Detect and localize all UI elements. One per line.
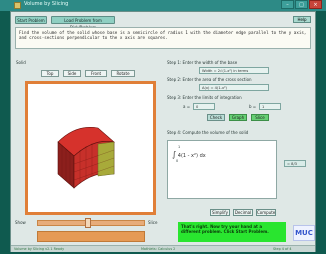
volume-answer-field[interactable]: = 8/3 bbox=[284, 160, 306, 167]
step2-label: Step 2: Enter the area of the cross sect… bbox=[167, 77, 252, 82]
solid-label: Solid bbox=[16, 60, 26, 65]
load-problem-button[interactable]: Load Problem from Disk/Problem bbox=[51, 16, 115, 30]
slider-right-label: Slice bbox=[148, 220, 158, 225]
view-side-button[interactable]: Side bbox=[63, 70, 81, 77]
check-button[interactable]: Check bbox=[207, 114, 225, 121]
step4-label: Step 4: Compute the volume of the solid bbox=[167, 130, 249, 135]
step3-label: Step 3: Enter the limits of integration bbox=[167, 95, 242, 100]
status-right: Step 4 of 4 bbox=[273, 247, 292, 251]
slider-left-label: Show bbox=[15, 220, 26, 225]
slice-button[interactable]: Slice bbox=[251, 114, 269, 121]
minimize-button[interactable]: – bbox=[281, 0, 294, 9]
start-problem-button[interactable]: Start Problem bbox=[15, 16, 47, 24]
integral-upper-limit: 1 bbox=[178, 145, 181, 149]
feedback-message: That's right. Now try your hand at a dif… bbox=[178, 222, 286, 242]
solid-canvas[interactable] bbox=[25, 81, 156, 215]
app-icon bbox=[14, 2, 21, 9]
app-window: Start Problem Load Problem from Disk/Pro… bbox=[10, 11, 316, 252]
compute-button[interactable]: Compute bbox=[256, 209, 276, 216]
view-front-button[interactable]: Front bbox=[85, 70, 107, 77]
lower-limit-label: a = bbox=[183, 104, 191, 109]
status-left: Volume by Slicing v2.1 Ready bbox=[14, 247, 65, 251]
integral-expression: 1 ∫ 4(1 - x²) dx 0 bbox=[172, 145, 206, 163]
status-bar: Volume by Slicing v2.1 Ready Mathlets: C… bbox=[11, 245, 315, 252]
view-rotate-button[interactable]: Rotate bbox=[111, 70, 135, 77]
slice-slider-track[interactable] bbox=[37, 220, 145, 226]
decimal-button[interactable]: Decimal bbox=[233, 209, 253, 216]
graph-button[interactable]: Graph bbox=[229, 114, 247, 121]
integral-result-box: 1 ∫ 4(1 - x²) dx 0 bbox=[167, 140, 277, 199]
maximize-button[interactable]: □ bbox=[295, 0, 308, 9]
upper-limit-label: b = bbox=[249, 104, 257, 109]
solid-3d-view bbox=[57, 127, 116, 189]
title-bar: Volume by Slicing – □ × bbox=[0, 0, 326, 11]
integral-lower-limit: 0 bbox=[176, 159, 179, 163]
integrand-text: 4(1 - x²) dx bbox=[177, 153, 206, 159]
window-title: Volume by Slicing bbox=[24, 1, 69, 7]
window-controls: – □ × bbox=[281, 0, 322, 9]
step1-label: Step 1: Enter the width of the base bbox=[167, 60, 238, 65]
mathlets-logo: MUC bbox=[293, 225, 315, 241]
problem-statement: Find the volume of the solid whose base … bbox=[15, 27, 311, 49]
slice-progress-bar bbox=[37, 231, 145, 242]
width-input[interactable]: Width = 2√(1-x²) in terms bbox=[199, 67, 269, 74]
help-button[interactable]: Help bbox=[293, 16, 311, 23]
simplify-button[interactable]: Simplify bbox=[210, 209, 230, 216]
integral-sign-icon: ∫ bbox=[172, 150, 177, 159]
lower-limit-input[interactable]: 0 bbox=[193, 103, 215, 110]
close-button[interactable]: × bbox=[309, 0, 322, 9]
view-top-button[interactable]: Top bbox=[41, 70, 59, 77]
slice-slider-thumb[interactable] bbox=[85, 218, 91, 228]
area-input[interactable]: A(x) = 4(1-x²) bbox=[199, 84, 269, 91]
upper-limit-input[interactable]: 1 bbox=[259, 103, 281, 110]
status-mid: Mathlets: Calculus 2 bbox=[141, 247, 176, 251]
